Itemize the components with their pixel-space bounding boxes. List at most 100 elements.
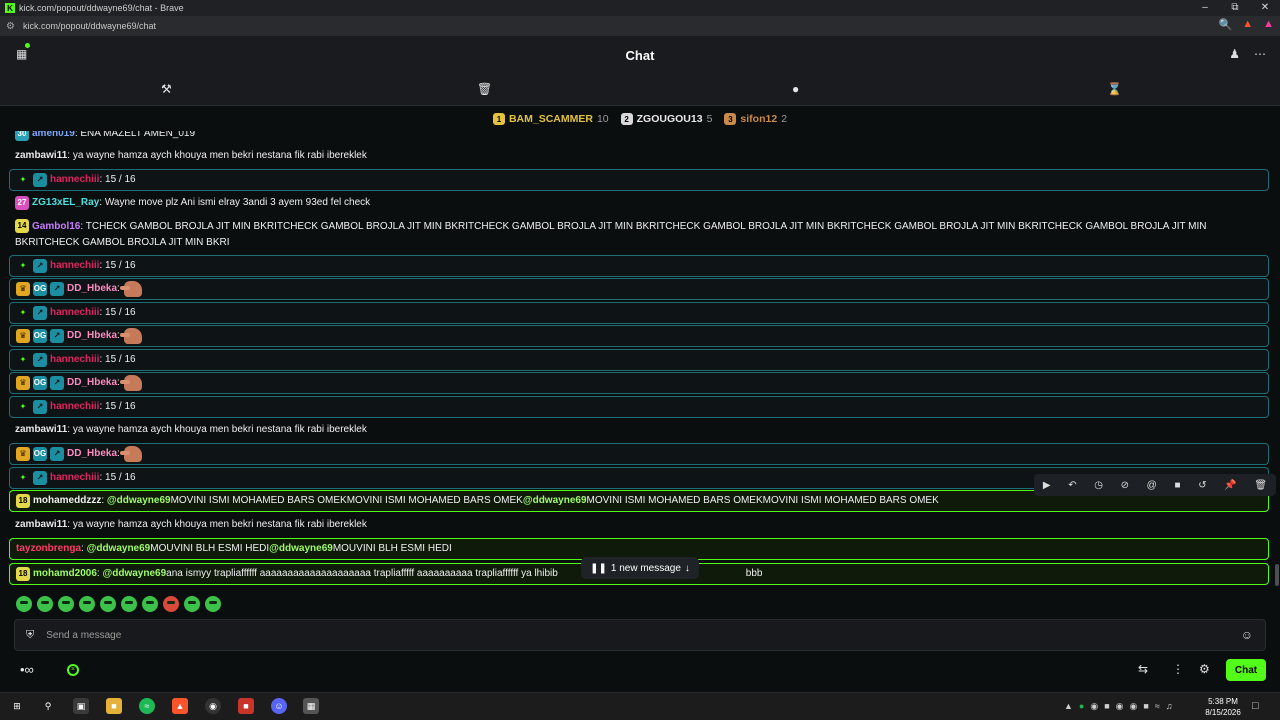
emote-icon[interactable] xyxy=(100,596,116,612)
chat-message[interactable]: ♛ OG ↗ DD_Hbeka : xyxy=(9,325,1269,347)
timeout-clock-icon[interactable]: ◷ xyxy=(1094,480,1103,491)
username[interactable]: zambawi11 xyxy=(15,422,67,438)
chat-message[interactable]: ✦ ↗ hannechiii : 15 / 16 xyxy=(9,255,1269,277)
volume-icon[interactable]: ♫ xyxy=(1166,701,1173,712)
undo-icon[interactable]: ↺ xyxy=(1198,480,1206,491)
mention-icon[interactable]: @ xyxy=(1147,480,1157,491)
slow-mode-icon[interactable]: ⌛ xyxy=(1107,82,1122,96)
message-input[interactable] xyxy=(46,629,1197,641)
ban-hammer-icon[interactable]: ⚒ xyxy=(161,82,172,96)
username[interactable]: Gambol16 xyxy=(32,221,80,232)
app-icon[interactable]: ■ xyxy=(238,698,254,714)
emoji-picker-icon[interactable]: ☺ xyxy=(1241,628,1253,642)
vertical-menu-icon[interactable]: ⋮ xyxy=(1172,662,1184,676)
infinity-icon[interactable]: •∞ xyxy=(20,662,34,677)
username[interactable]: tayzonbrenga xyxy=(16,541,81,557)
chat-message[interactable]: 14 Gambol16: TCHECK GAMBOL BROJLA JIT MIN… xyxy=(9,217,1269,253)
username[interactable]: DD_Hbeka xyxy=(67,328,117,344)
leaderboard-entry[interactable]: 2 ZGOUGOU13 5 xyxy=(620,113,712,125)
brave-browser-icon[interactable]: ▲ xyxy=(172,698,188,714)
more-options-icon[interactable]: ⋯ xyxy=(1254,47,1266,61)
chat-message[interactable]: ♛ OG ↗ DD_Hbeka : xyxy=(9,278,1269,300)
username[interactable]: hannechiii xyxy=(50,172,99,188)
notification-icon[interactable]: □ xyxy=(1252,700,1259,712)
chat-scrollbar[interactable] xyxy=(1273,124,1280,588)
chat-bubble-icon[interactable]: ● xyxy=(792,82,799,96)
chat-message[interactable]: ✦ ↗ hannechiii : 15 / 16 xyxy=(9,302,1269,324)
url-text[interactable]: kick.com/popout/ddwayne69/chat xyxy=(23,21,156,31)
username[interactable]: hannechiii xyxy=(50,305,99,321)
pin-icon[interactable]: 📌 xyxy=(1224,480,1236,491)
chat-messages[interactable]: 30 amen019 : ENA MAZELT AMEN_019 zambawi… xyxy=(0,124,1280,588)
wifi-icon[interactable]: ≈ xyxy=(1155,701,1160,712)
username[interactable]: DD_Hbeka xyxy=(67,446,117,462)
mention[interactable]: @ddwayne69 xyxy=(523,493,587,509)
brave-shields-icon[interactable]: ▲ xyxy=(1242,18,1253,31)
user-settings-icon[interactable]: ♟ xyxy=(1229,47,1240,61)
emote-icon[interactable] xyxy=(205,596,221,612)
mention[interactable]: @ddwayne69 xyxy=(269,541,333,557)
mention[interactable]: @ddwayne69 xyxy=(107,493,171,509)
send-chat-button[interactable]: Chat xyxy=(1226,659,1266,681)
new-message-button[interactable]: ❚❚ 1 new message ↓ xyxy=(581,557,699,579)
leaderboard-user[interactable]: sifon12 xyxy=(740,113,777,125)
obs-icon[interactable]: ◉ xyxy=(205,698,221,714)
address-bar[interactable]: ⚙ kick.com/popout/ddwayne69/chat 🔍 ▲ ▲ xyxy=(0,16,1280,36)
chat-message[interactable]: ✦ ↗ hannechiii : 15 / 16 xyxy=(9,396,1269,418)
username[interactable]: DD_Hbeka xyxy=(67,281,117,297)
username[interactable]: hannechiii xyxy=(50,399,99,415)
swap-icon[interactable]: ⇆ xyxy=(1138,662,1148,676)
emote-icon[interactable] xyxy=(184,596,200,612)
username[interactable]: mohameddzzz xyxy=(33,493,101,509)
spotify-icon[interactable]: ≈ xyxy=(139,698,155,714)
search-icon[interactable]: ⚲ xyxy=(40,698,56,714)
tray-icon[interactable]: ■ xyxy=(1104,701,1109,712)
tray-icon[interactable]: ■ xyxy=(1143,701,1148,712)
discord-icon[interactable]: ☺ xyxy=(271,698,287,714)
username[interactable]: mohamd2006 xyxy=(33,566,97,582)
reply-icon[interactable]: ↶ xyxy=(1068,480,1076,491)
emote-icon[interactable] xyxy=(37,596,53,612)
chat-message[interactable]: 27 ZG13xEL_Ray : Wayne move plz Ani ismi… xyxy=(9,193,1269,213)
username[interactable]: DD_Hbeka xyxy=(67,375,117,391)
mention[interactable]: @ddwayne69 xyxy=(102,566,166,582)
copy-icon[interactable]: ■ xyxy=(1174,480,1180,491)
tray-icon[interactable]: ▲ xyxy=(1064,701,1073,712)
kick-points-icon[interactable]: × xyxy=(67,664,79,676)
tray-icon[interactable]: ◉ xyxy=(1090,701,1098,712)
delete-icon[interactable]: 🗑 xyxy=(477,82,492,96)
chat-message[interactable]: ✦ ↗ hannechiii : 15 / 16 xyxy=(9,169,1269,191)
username[interactable]: hannechiii xyxy=(50,470,99,486)
leaderboard-user[interactable]: BAM_SCAMMER xyxy=(509,113,593,125)
taskbar-clock[interactable]: 5:38 PM 8/15/2026 xyxy=(1200,696,1246,718)
tray-icon[interactable]: ◉ xyxy=(1116,701,1124,712)
leaderboard-user[interactable]: ZGOUGOU13 xyxy=(637,113,703,125)
username[interactable]: ZG13xEL_Ray xyxy=(32,195,99,211)
emote-icon[interactable] xyxy=(16,596,32,612)
play-icon[interactable]: ▶ xyxy=(1043,480,1051,491)
brave-rewards-icon[interactable]: ▲ xyxy=(1263,18,1274,31)
site-settings-icon[interactable]: ⚙ xyxy=(6,21,15,32)
chat-message[interactable]: ♛ OG ↗ DD_Hbeka : xyxy=(9,443,1269,465)
leaderboard-entry[interactable]: 1 BAM_SCAMMER 10 xyxy=(492,113,609,125)
leaderboard-entry[interactable]: 3 sifon12 2 xyxy=(724,113,787,125)
close-window-button[interactable]: ✕ xyxy=(1250,0,1280,16)
username[interactable]: hannechiii xyxy=(50,352,99,368)
shield-icon[interactable]: ⛨ xyxy=(26,629,34,642)
emote-icon[interactable] xyxy=(121,596,137,612)
maximize-button[interactable]: ⧉ xyxy=(1220,0,1250,16)
trash-icon[interactable]: 🗑 xyxy=(1254,480,1267,491)
file-explorer-icon[interactable]: ■ xyxy=(106,698,122,714)
spotify-tray-icon[interactable]: ● xyxy=(1079,701,1084,712)
chat-message[interactable]: ♛ OG ↗ DD_Hbeka : xyxy=(9,372,1269,394)
minimize-button[interactable]: – xyxy=(1190,0,1220,16)
emote-icon[interactable] xyxy=(58,596,74,612)
emote-icon[interactable] xyxy=(79,596,95,612)
tray-icon[interactable]: ◉ xyxy=(1130,701,1138,712)
store-icon[interactable]: ▣ xyxy=(73,698,89,714)
scrollbar-thumb[interactable] xyxy=(1275,564,1279,586)
settings-gear-icon[interactable]: ⚙ xyxy=(1199,662,1210,676)
username[interactable]: zambawi11 xyxy=(15,148,67,164)
users-icon[interactable]: ▦ xyxy=(16,43,30,61)
chat-message[interactable]: ✦ ↗ hannechiii : 15 / 16 xyxy=(9,349,1269,371)
